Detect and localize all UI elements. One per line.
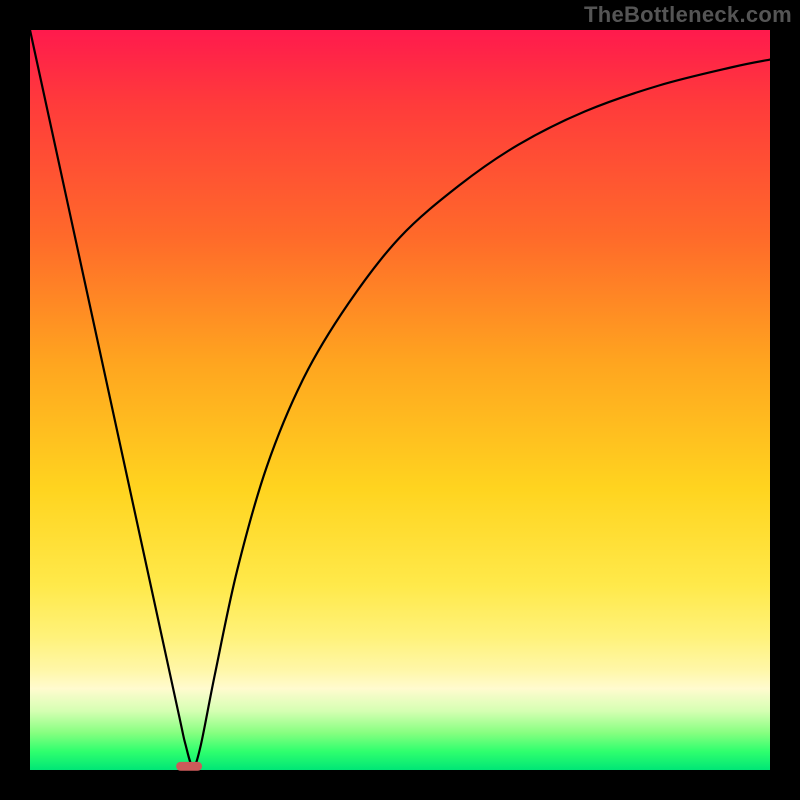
chart-frame: TheBottleneck.com — [0, 0, 800, 800]
curve-path — [30, 30, 770, 766]
min-marker — [176, 762, 202, 771]
watermark-text: TheBottleneck.com — [584, 2, 792, 28]
chart-svg — [30, 30, 770, 770]
plot-area — [30, 30, 770, 770]
